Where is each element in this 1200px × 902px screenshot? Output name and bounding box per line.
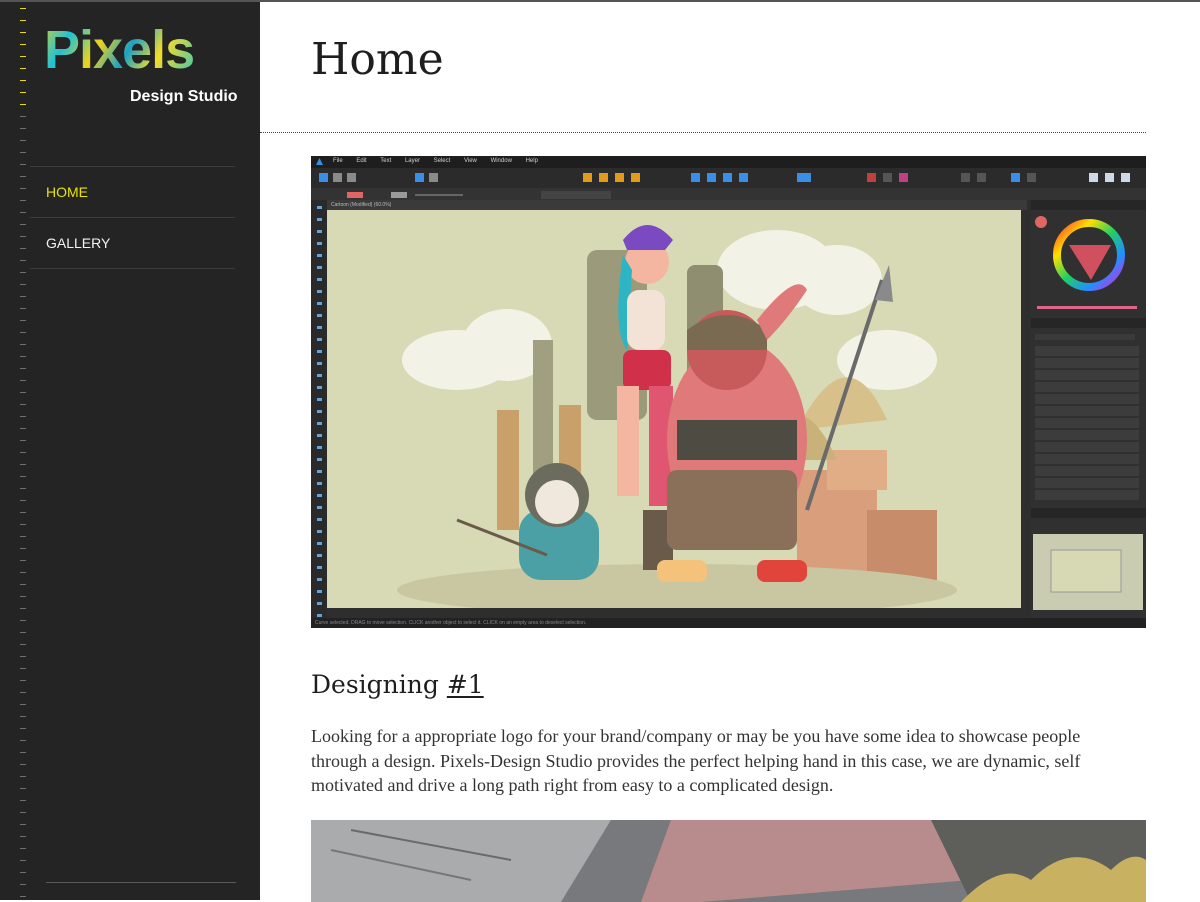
- ruler-decoration: [20, 8, 30, 898]
- secondary-image-print-design: [311, 820, 1146, 902]
- sidebar: Pixels Design Studio HOME GALLERY: [0, 0, 260, 900]
- nav-item-gallery[interactable]: GALLERY: [30, 217, 235, 269]
- print-design-photo: [311, 820, 1146, 902]
- nav-item-home[interactable]: HOME: [30, 166, 235, 217]
- app-toolbar: [311, 168, 1146, 189]
- panels-colour-layers: [1031, 200, 1146, 610]
- sidebar-divider: [46, 882, 236, 883]
- cartoon-illustration: [327, 210, 1021, 616]
- app-menu-items: File Edit Text Layer Select View Window …: [333, 158, 550, 164]
- app-context-bar: [311, 188, 1146, 200]
- menu-help: Help: [525, 158, 538, 164]
- menu-view: View: [463, 158, 477, 164]
- section-heading: Designing #1: [311, 670, 484, 699]
- site-logo[interactable]: Pixels Design Studio: [44, 18, 244, 114]
- app-status-bar: Curve selected. DRAG to move selection. …: [311, 618, 1146, 628]
- app-document-tab: Cartoon (Modified) (60.0%): [327, 200, 1027, 210]
- section-paragraph: Looking for a appropriate logo for your …: [311, 726, 1081, 795]
- title-divider: [260, 132, 1146, 133]
- featured-image-design-app: File Edit Text Layer Select View Window …: [311, 156, 1146, 628]
- logo-subtitle: Design Studio: [130, 88, 238, 105]
- app-right-panel: [1031, 200, 1146, 618]
- section-heading-text: Designing: [311, 670, 439, 699]
- logo-title: Pixels: [44, 12, 195, 88]
- menu-file: File: [333, 158, 343, 164]
- menu-select: Select: [433, 158, 451, 164]
- toolbar-icons: [319, 173, 1130, 182]
- main-content: Home File Edit Text Layer Select View Wi…: [260, 0, 1200, 902]
- menu-layer: Layer: [404, 158, 420, 164]
- app-canvas: [327, 210, 1021, 616]
- menu-window: Window: [490, 158, 512, 164]
- app-menubar: File Edit Text Layer Select View Window …: [311, 156, 1146, 168]
- menu-edit: Edit: [356, 158, 367, 164]
- ruler-highlight-decoration: [20, 8, 30, 108]
- main-nav: HOME GALLERY: [30, 166, 235, 269]
- page-title: Home: [311, 34, 444, 85]
- menu-text: Text: [380, 158, 392, 164]
- app-tools-panel: [311, 200, 327, 618]
- app-logo-icon: [316, 158, 323, 165]
- section-heading-number-link[interactable]: #1: [447, 670, 484, 699]
